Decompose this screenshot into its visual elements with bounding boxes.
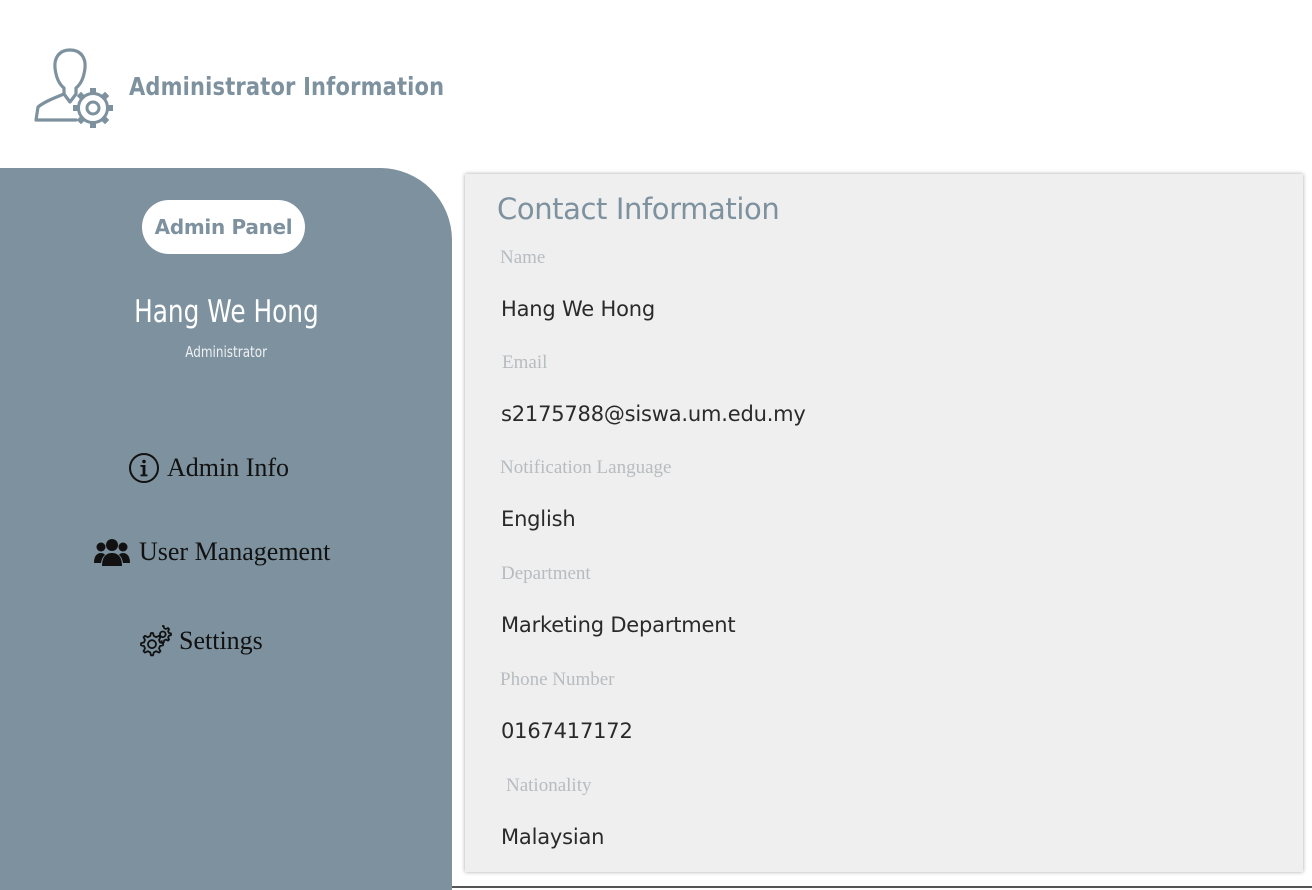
- nationality-label: Nationality: [506, 775, 592, 796]
- admin-role-text: Administrator: [185, 343, 267, 361]
- sidebar-item-label: Admin Info: [167, 453, 290, 482]
- email-value: s2175788@siswa.um.edu.my: [501, 402, 806, 426]
- admin-role: Administrator: [0, 341, 452, 363]
- admin-name-text: Hang We Hong: [133, 294, 319, 330]
- page-header: Administrator Information: [0, 0, 1312, 168]
- department-value: Marketing Department: [501, 613, 736, 637]
- sidebar-item-user-management[interactable]: User Management: [94, 536, 330, 568]
- nationality-value: Malaysian: [501, 825, 605, 849]
- bottom-divider: [452, 886, 1312, 888]
- name-label: Name: [500, 247, 546, 268]
- sidebar: Admin Panel Hang We Hong Administrator A…: [0, 168, 452, 890]
- gears-icon: [138, 624, 172, 658]
- sidebar-item-admin-info[interactable]: Admin Info: [128, 452, 289, 484]
- notification-language-label: Notification Language: [500, 457, 672, 478]
- notification-language-value: English: [501, 507, 576, 531]
- department-label: Department: [501, 563, 591, 584]
- info-icon: [128, 452, 160, 484]
- admin-name: Hang We Hong: [0, 288, 452, 336]
- email-label: Email: [502, 352, 548, 373]
- page-title: Administrator Information: [129, 72, 445, 101]
- phone-number-label: Phone Number: [500, 669, 615, 690]
- phone-number-value: 0167417172: [501, 719, 633, 743]
- sidebar-item-label: Settings: [179, 626, 263, 655]
- admin-gear-icon: [34, 48, 113, 128]
- contact-information-card: Contact Information Name Hang We Hong Em…: [465, 174, 1303, 872]
- name-value: Hang We Hong: [501, 297, 655, 321]
- sidebar-item-settings[interactable]: Settings: [138, 624, 263, 658]
- card-title: Contact Information: [497, 192, 780, 226]
- users-icon: [94, 536, 130, 568]
- sidebar-item-label: User Management: [139, 537, 331, 566]
- admin-panel-button[interactable]: Admin Panel: [142, 200, 305, 254]
